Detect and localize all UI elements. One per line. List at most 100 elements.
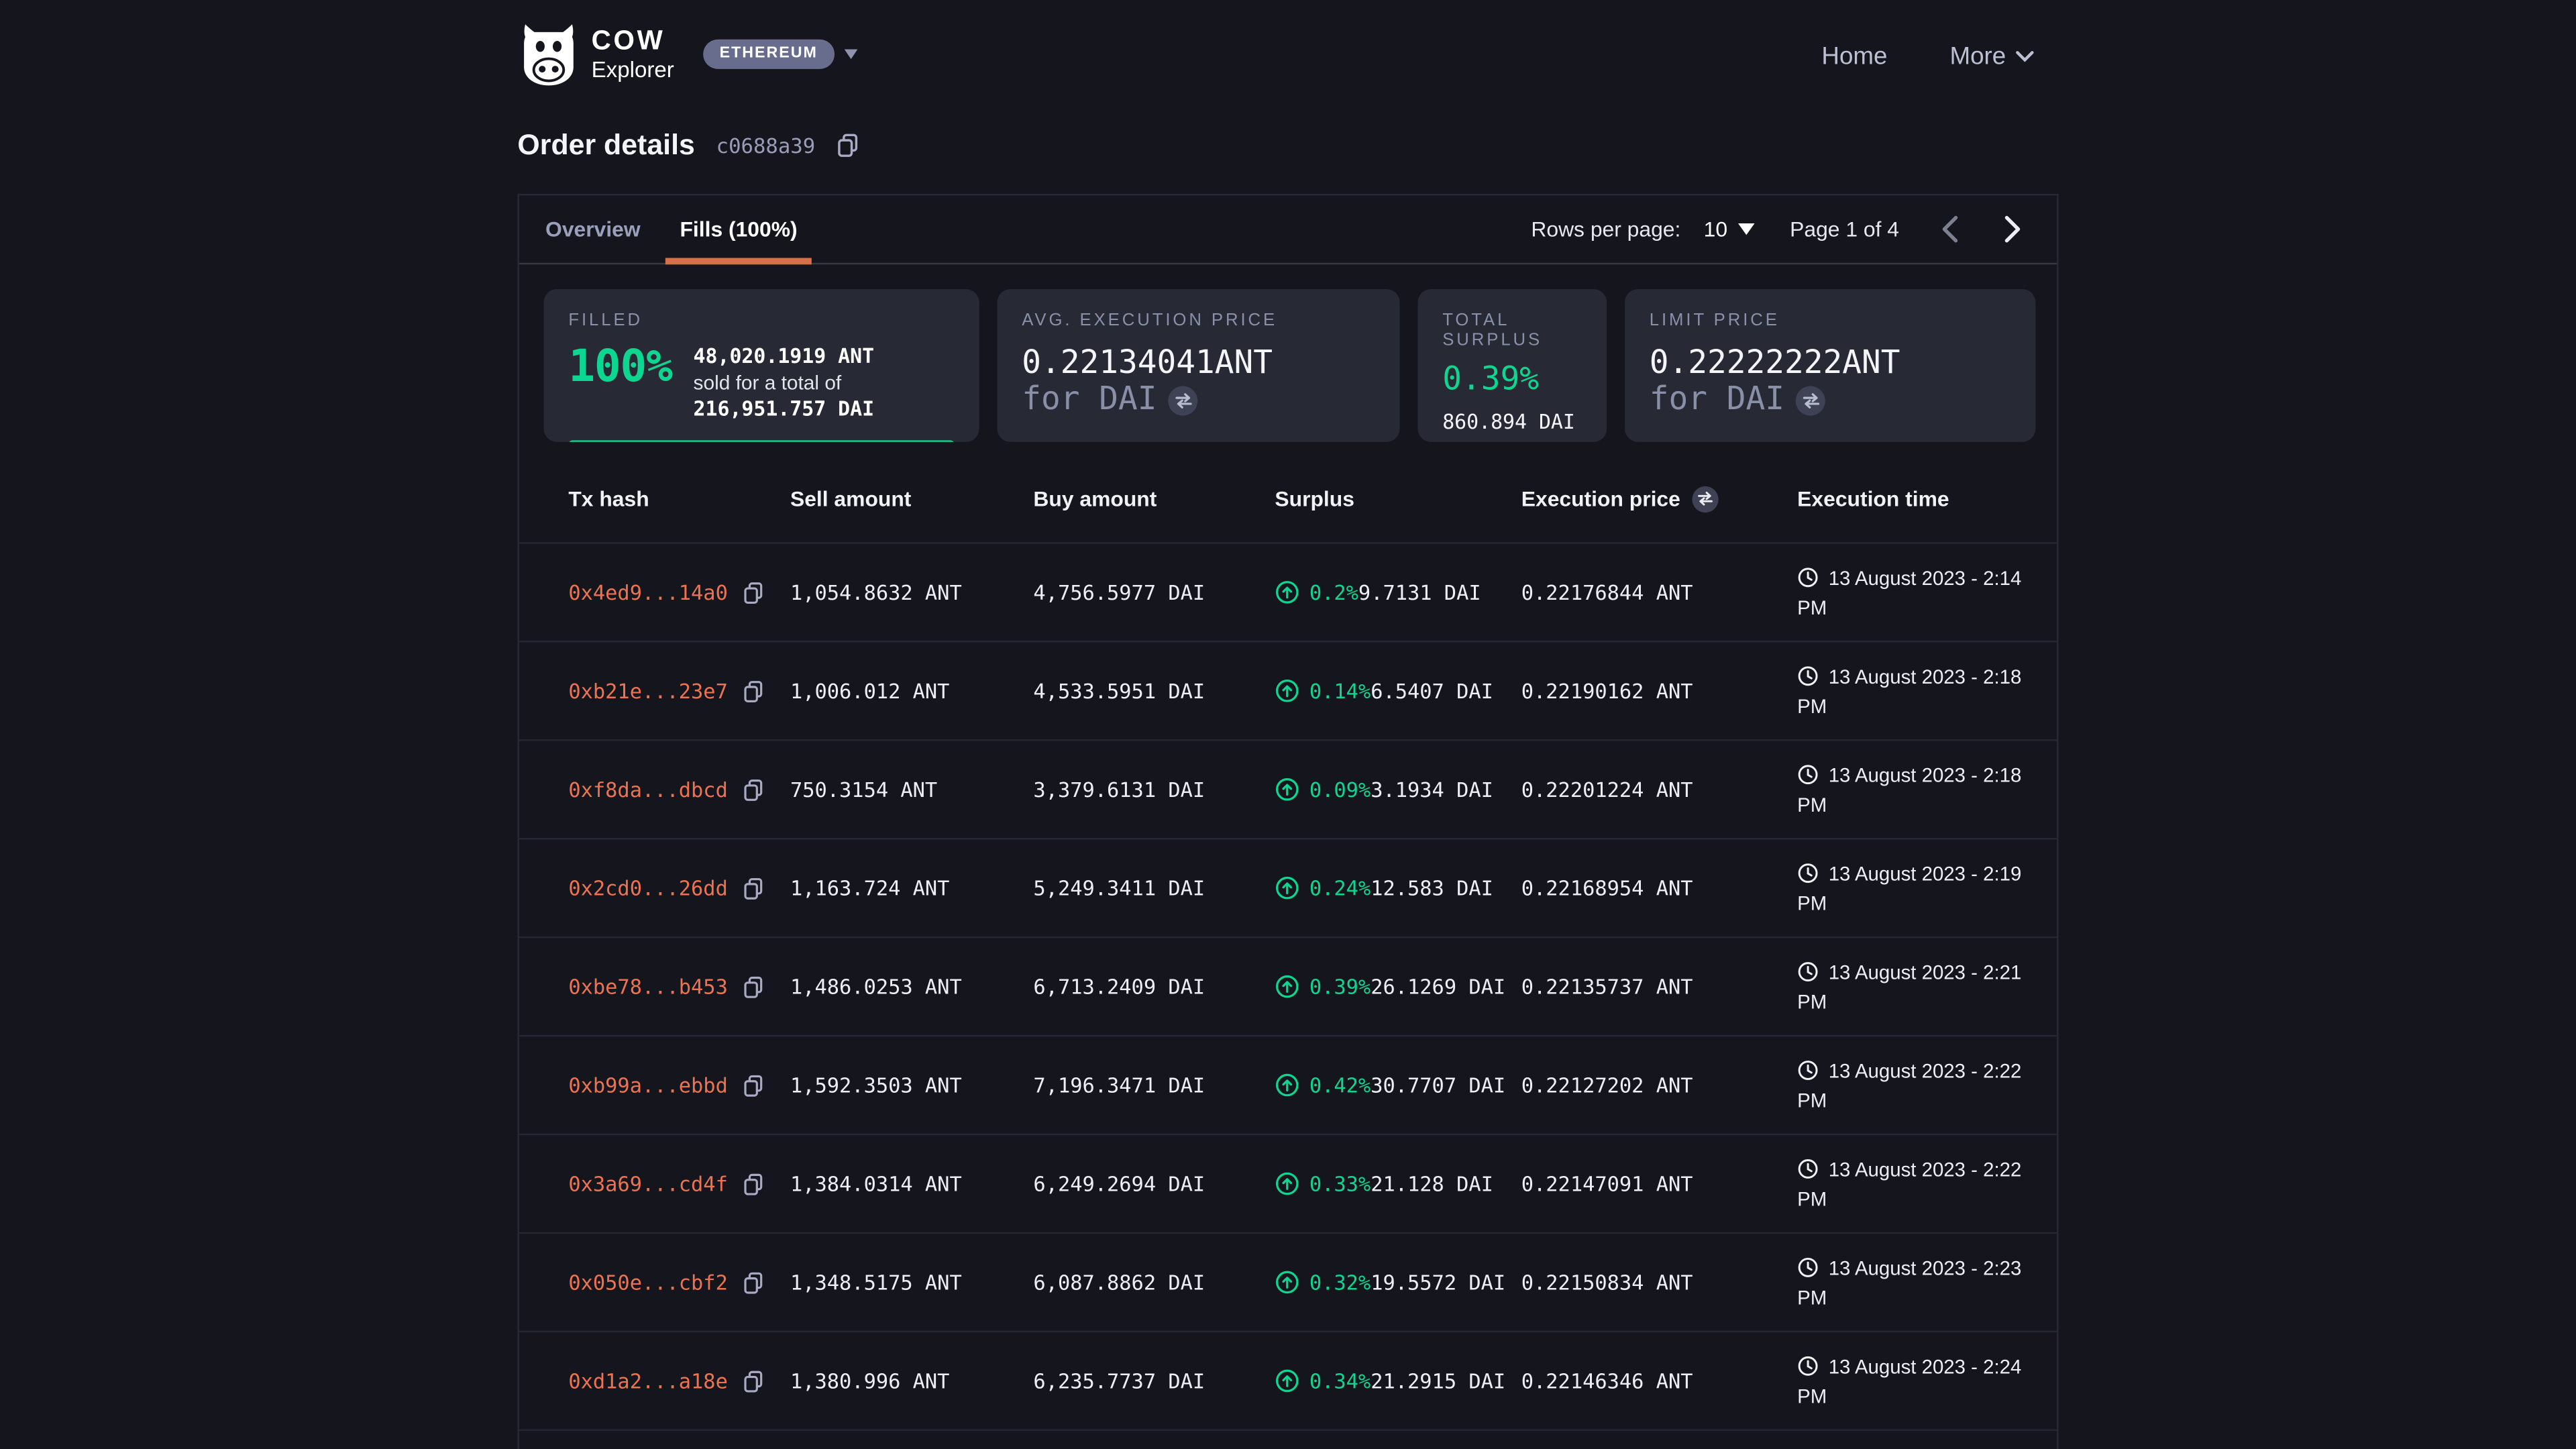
nav-more[interactable]: More [1949, 43, 2033, 71]
invert-price-button[interactable] [1169, 386, 1198, 415]
tx-hash-link[interactable]: 0x050e...cbf2 [568, 1270, 728, 1295]
swap-arrows-icon [1697, 491, 1713, 506]
copy-tx-hash-button[interactable] [743, 581, 764, 604]
copy-order-id-button[interactable] [837, 133, 859, 158]
surplus-amount: 19.5572 DAI [1371, 1270, 1505, 1295]
surplus-amount: 21.2915 DAI [1371, 1368, 1505, 1393]
invert-execution-price-button[interactable] [1692, 486, 1718, 512]
copy-icon [743, 680, 764, 702]
copy-icon [743, 1073, 764, 1096]
table-row: 0xd1a2...a18e 1,380.996 ANT 6,235.7737 D… [519, 1332, 2057, 1431]
rows-per-page-label: Rows per page: [1531, 217, 1680, 241]
surplus-cell: 0.14%6.5407 DAI [1275, 678, 1521, 703]
copy-tx-hash-button[interactable] [743, 1271, 764, 1293]
brand-name: COW [592, 27, 674, 54]
table-row: 0xb21e...23e7 1,006.012 ANT 4,533.5951 D… [519, 643, 2057, 741]
surplus-cell: 0.34%21.2915 DAI [1275, 1368, 1521, 1393]
execution-time: 13 August 2023 - 2:24 PM [1797, 1351, 2043, 1410]
invert-limit-price-button[interactable] [1796, 386, 1825, 415]
avg-execution-price-value: 0.22134041ANT [1022, 345, 1375, 382]
filled-amount: 48,020.1919 ANT [694, 345, 875, 368]
tx-hash-link[interactable]: 0xb21e...23e7 [568, 678, 728, 703]
buy-amount: 6,713.2409 DAI [1033, 974, 1275, 999]
tab-overview[interactable]: Overview [545, 195, 641, 262]
col-execution-time: Execution time [1797, 486, 2043, 541]
previous-page-button[interactable] [1942, 215, 1958, 244]
copy-tx-hash-button[interactable] [743, 1073, 764, 1096]
copy-icon [743, 1172, 764, 1195]
surplus-up-icon [1275, 1270, 1299, 1295]
col-buy-amount: Buy amount [1033, 486, 1275, 541]
copy-icon [837, 133, 859, 158]
copy-tx-hash-button[interactable] [743, 877, 764, 900]
surplus-up-icon [1275, 1073, 1299, 1097]
buy-amount: 4,756.5977 DAI [1033, 580, 1275, 604]
limit-price-unit: for DAI [1650, 382, 1784, 419]
tab-bar: Overview Fills (100%) Rows per page: 10 … [519, 195, 2057, 264]
tx-hash-link[interactable]: 0x4ed9...14a0 [568, 580, 728, 604]
table-row: 0xf8da...dbcd 750.3154 ANT 3,379.6131 DA… [519, 741, 2057, 839]
surplus-percent: 0.32% [1309, 1270, 1371, 1295]
sell-amount: 1,054.8632 ANT [790, 580, 1033, 604]
tab-fills[interactable]: Fills (100%) [680, 195, 797, 262]
chevron-left-icon [1942, 215, 1958, 244]
surplus-amount: 3.1934 DAI [1371, 777, 1493, 802]
execution-price: 0.22190162 ANT [1521, 678, 1797, 703]
table-row: 0x4ed9...14a0 1,054.8632 ANT 4,756.5977 … [519, 544, 2057, 643]
clock-icon [1797, 1256, 1819, 1277]
execution-time: 13 August 2023 - 2:18 PM [1797, 760, 2043, 819]
surplus-percent: 0.39% [1309, 974, 1371, 999]
copy-tx-hash-button[interactable] [743, 1369, 764, 1392]
copy-tx-hash-button[interactable] [743, 680, 764, 702]
execution-price: 0.22127202 ANT [1521, 1073, 1797, 1097]
col-execution-price: Execution price [1521, 486, 1797, 541]
sell-amount: 1,384.0314 ANT [790, 1171, 1033, 1196]
surplus-amount: 9.7131 DAI [1358, 580, 1481, 604]
copy-tx-hash-button[interactable] [743, 975, 764, 998]
copy-tx-hash-button[interactable] [743, 778, 764, 801]
table-body: 0x4ed9...14a0 1,054.8632 ANT 4,756.5977 … [519, 544, 2057, 1431]
page: COW Explorer ETHEREUM Home More Order de… [0, 0, 2576, 1449]
execution-price: 0.22146346 ANT [1521, 1368, 1797, 1393]
swap-arrows-icon [1174, 392, 1192, 408]
surplus-up-icon [1275, 777, 1299, 802]
tx-hash-link[interactable]: 0xf8da...dbcd [568, 777, 728, 802]
brand-subtitle: Explorer [592, 59, 674, 81]
total-surplus-percent: 0.39% [1442, 362, 1582, 397]
rows-per-page-select[interactable]: 10 [1704, 217, 1754, 241]
sell-amount: 1,486.0253 ANT [790, 974, 1033, 999]
execution-price: 0.22150834 ANT [1521, 1270, 1797, 1295]
avg-execution-price-card: AVG. EXECUTION PRICE 0.22134041ANT for D… [998, 289, 1400, 442]
surplus-amount: 12.583 DAI [1371, 875, 1493, 900]
nav-home[interactable]: Home [1821, 43, 1887, 71]
execution-time: 13 August 2023 - 2:14 PM [1797, 563, 2043, 622]
clock-icon [1797, 861, 1819, 883]
brand-logo-link[interactable]: COW Explorer [517, 21, 674, 87]
clock-icon [1797, 1059, 1819, 1080]
surplus-percent: 0.2% [1309, 580, 1358, 604]
order-panel: Overview Fills (100%) Rows per page: 10 … [517, 194, 2058, 1449]
execution-time: 13 August 2023 - 2:21 PM [1797, 957, 2043, 1016]
dropdown-caret-icon [1737, 223, 1754, 235]
execution-time: 13 August 2023 - 2:23 PM [1797, 1252, 2043, 1311]
top-bar: COW Explorer ETHEREUM Home More [0, 0, 2576, 112]
surplus-cell: 0.39%26.1269 DAI [1275, 974, 1521, 999]
fills-table: Tx hash Sell amount Buy amount Surplus E… [519, 442, 2057, 1449]
tx-hash-link[interactable]: 0x3a69...cd4f [568, 1171, 728, 1196]
pagination-controls: Rows per page: 10 Page 1 of 4 [1531, 215, 2021, 244]
tx-hash-link[interactable]: 0xd1a2...a18e [568, 1368, 728, 1393]
copy-tx-hash-button[interactable] [743, 1172, 764, 1195]
tx-hash-link[interactable]: 0xb99a...ebbd [568, 1073, 728, 1097]
total-surplus-card: TOTAL SURPLUS 0.39% 860.894 DAI [1417, 289, 1607, 442]
tx-hash-link[interactable]: 0x2cd0...26dd [568, 875, 728, 900]
execution-time: 13 August 2023 - 2:22 PM [1797, 1154, 2043, 1213]
col-surplus: Surplus [1275, 486, 1521, 541]
surplus-up-icon [1275, 678, 1299, 703]
clock-icon [1797, 1354, 1819, 1376]
network-selector[interactable]: ETHEREUM [703, 40, 857, 68]
tx-hash-link[interactable]: 0xbe78...b453 [568, 974, 728, 999]
buy-amount: 5,249.3411 DAI [1033, 875, 1275, 900]
copy-icon [743, 1271, 764, 1293]
next-page-button[interactable] [2004, 215, 2021, 244]
surplus-percent: 0.34% [1309, 1368, 1371, 1393]
